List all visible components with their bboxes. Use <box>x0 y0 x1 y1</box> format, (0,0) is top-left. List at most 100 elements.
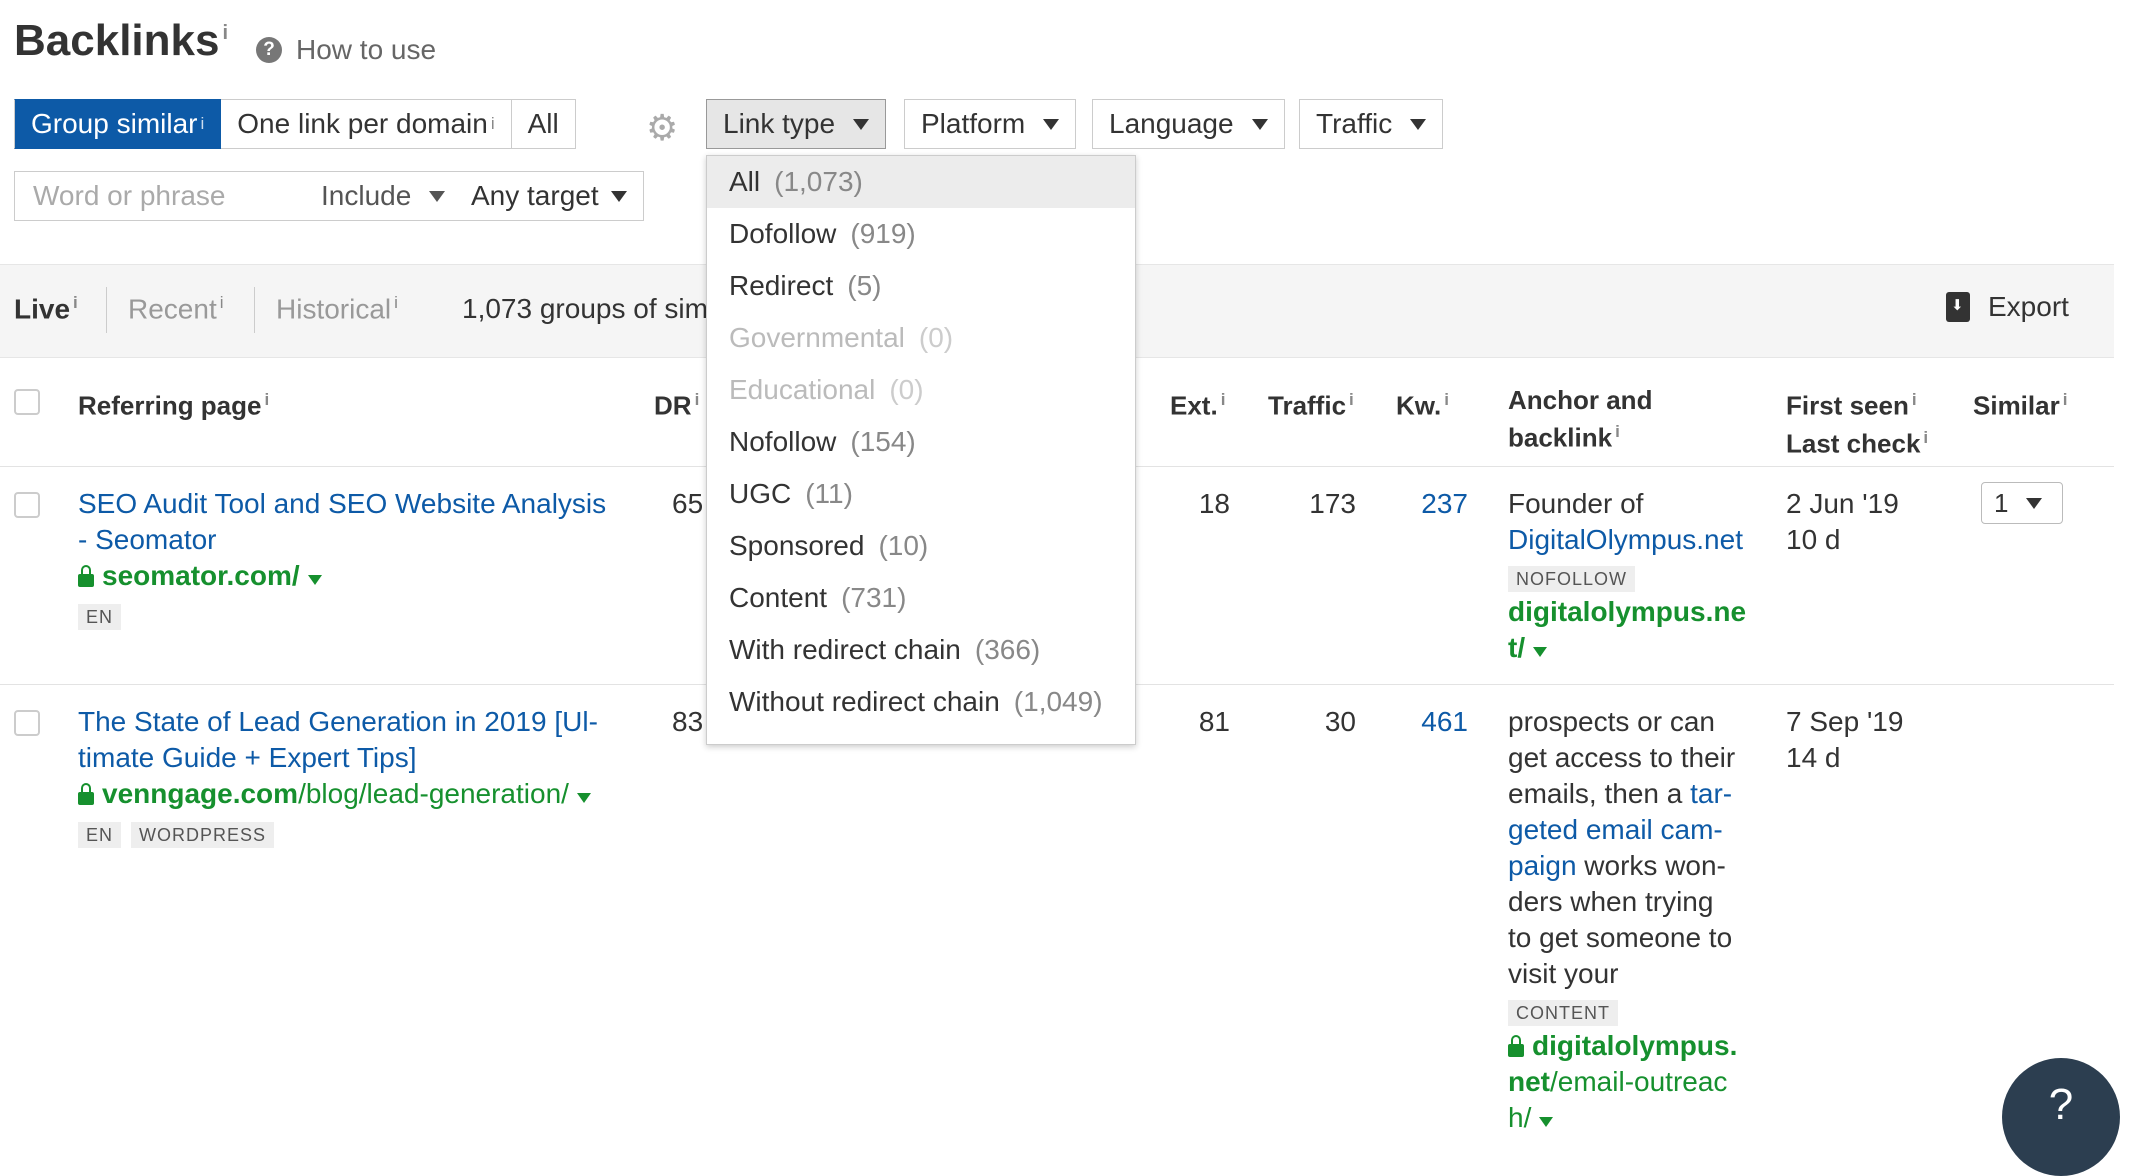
header-referring-page[interactable]: Referring page i <box>78 384 269 422</box>
referring-page-url[interactable]: seomator.com/ <box>78 558 638 594</box>
header-kw[interactable]: Kw. i <box>1396 384 1449 422</box>
group-similar-button[interactable]: Group similar i <box>14 99 222 149</box>
header-label: Last check <box>1786 428 1921 459</box>
info-icon: i <box>2062 390 2068 409</box>
language-filter[interactable]: Language <box>1092 99 1285 149</box>
table-row-referring-page: The State of Lead Generation in 2019 [Ul… <box>78 704 638 850</box>
how-to-use-label: How to use <box>296 34 437 65</box>
backlink-path: h/ <box>1508 1102 1532 1133</box>
row-checkbox[interactable] <box>14 710 40 736</box>
link-type-option[interactable]: Redirect (5) <box>707 260 1135 312</box>
traffic-filter[interactable]: Traffic <box>1299 99 1444 149</box>
select-all-checkbox[interactable] <box>14 389 40 415</box>
groups-summary: 1,073 groups of sim <box>462 293 708 324</box>
header-dr[interactable]: DR i <box>654 384 699 422</box>
ext-value: 81 <box>1198 706 1230 737</box>
header-first-seen-last-check[interactable]: First seen i Last check i <box>1786 384 1928 459</box>
last-check-value: 10 d <box>1786 524 1841 555</box>
tab-recent-label: Recent <box>128 293 217 325</box>
group-similar-label: Group similar <box>31 108 198 139</box>
search-group: Include <box>14 171 464 221</box>
all-button[interactable]: All <box>511 99 576 149</box>
anchor-link[interactable]: DigitalOlympus.net <box>1508 522 1768 558</box>
question-icon: ? <box>256 37 282 63</box>
info-icon[interactable]: i <box>222 22 228 44</box>
referring-page-title-link[interactable]: SEO Audit Tool and SEO Website Analysis -… <box>78 486 638 558</box>
search-input[interactable] <box>15 172 321 220</box>
option-label: Educational <box>729 374 876 405</box>
nofollow-tag: NOFOLLOW <box>1508 566 1636 592</box>
page-title-text: Backlinks <box>14 16 220 65</box>
language-label: Language <box>1109 108 1234 139</box>
help-button[interactable]: ? <box>2002 1058 2120 1176</box>
info-icon: i <box>1349 390 1354 409</box>
link-type-option[interactable]: All (1,073) <box>707 156 1135 208</box>
how-to-use-link[interactable]: ? How to use <box>256 34 436 66</box>
include-select[interactable]: Include <box>321 172 463 220</box>
link-type-option[interactable]: UGC (11) <box>707 468 1135 520</box>
page-title: Backlinks i <box>14 16 228 66</box>
caret-down-icon <box>2026 497 2043 509</box>
link-type-option[interactable]: Dofollow (919) <box>707 208 1135 260</box>
help-glyph: ? <box>2048 1080 2074 1129</box>
tab-recent[interactable]: Recent i <box>128 293 224 325</box>
backlink-path: /email-outreac <box>1550 1066 1728 1097</box>
link-type-option[interactable]: With redirect chain (366) <box>707 624 1135 676</box>
link-type-filter[interactable]: Link type <box>706 99 887 149</box>
content-tag: CONTENT <box>1508 1000 1618 1026</box>
backlink-url[interactable]: digitalolympus.ne t/ <box>1508 594 1768 666</box>
backlink-url[interactable]: digitalolympus. net/email-outreac h/ <box>1508 1028 1778 1136</box>
anchor-text: visit your <box>1508 958 1619 989</box>
header-label: DR <box>654 390 692 421</box>
link-type-options: All (1,073) Dofollow (919) Redirect (5) Govern… <box>707 156 1135 728</box>
divider <box>254 287 255 333</box>
keywords-link[interactable]: 237 <box>1380 486 1468 522</box>
export-button[interactable]: Export <box>1946 291 2069 323</box>
caret-down-icon[interactable] <box>1539 1117 1554 1127</box>
platform-filter[interactable]: Platform <box>904 99 1077 149</box>
link-type-option[interactable]: Sponsored (10) <box>707 520 1135 572</box>
anchor-link[interactable]: tar- <box>1690 778 1732 809</box>
anchor-link[interactable]: geted email cam- <box>1508 812 1778 848</box>
referring-page-title-link[interactable]: The State of Lead Generation in 2019 [Ul… <box>78 704 638 776</box>
header-anchor-backlink[interactable]: Anchor and backlink i <box>1508 384 1652 454</box>
caret-down-icon[interactable] <box>576 793 591 803</box>
row-checkbox[interactable] <box>14 492 40 518</box>
anchor-link[interactable]: paign <box>1508 850 1577 881</box>
link-type-option[interactable]: Without redirect chain (1,049) <box>707 676 1135 728</box>
keywords-link[interactable]: 461 <box>1380 704 1468 740</box>
option-count: (0) <box>889 374 924 405</box>
option-count: (1,049) <box>1013 686 1103 717</box>
referring-page-url[interactable]: venngage.com/blog/lead-generation/ <box>78 776 638 812</box>
tab-historical[interactable]: Historical i <box>276 293 398 325</box>
header-similar[interactable]: Similar i <box>1973 384 2067 422</box>
option-count: (5) <box>847 270 882 301</box>
link-type-option[interactable]: Content (731) <box>707 572 1135 624</box>
header-ext[interactable]: Ext. i <box>1170 384 1225 422</box>
table-row-referring-page: SEO Audit Tool and SEO Website Analysis -… <box>78 486 638 632</box>
caret-down-icon[interactable] <box>1533 647 1548 657</box>
gear-icon[interactable]: ⚙ <box>646 107 678 149</box>
url-domain: venngage.com <box>102 778 299 809</box>
similar-select[interactable]: 1 <box>1981 482 2063 524</box>
header-traffic[interactable]: Traffic i <box>1268 384 1354 422</box>
link-type-option[interactable]: Nofollow (154) <box>707 416 1135 468</box>
info-icon: i <box>219 293 224 312</box>
info-icon: i <box>1220 390 1226 409</box>
caret-down-icon <box>853 118 870 130</box>
title-line: - Seomator <box>78 524 217 555</box>
one-link-per-domain-label: One link per domain <box>237 108 488 139</box>
info-icon: i <box>200 114 205 133</box>
include-label: Include <box>321 180 412 211</box>
one-link-per-domain-button[interactable]: One link per domain i <box>221 99 512 149</box>
anchor-backlink-cell: Founder of DigitalOlympus.net NOFOLLOW d… <box>1508 486 1768 666</box>
tab-live[interactable]: Live i <box>14 293 78 325</box>
option-count: (366) <box>974 634 1041 665</box>
platform-label: Platform <box>921 108 1026 139</box>
caret-down-icon <box>610 190 627 202</box>
option-count: (10) <box>878 530 929 561</box>
target-select[interactable]: Any target <box>455 171 644 221</box>
caret-down-icon <box>1251 118 1268 130</box>
info-icon: i <box>1911 390 1917 409</box>
caret-down-icon[interactable] <box>307 575 322 585</box>
